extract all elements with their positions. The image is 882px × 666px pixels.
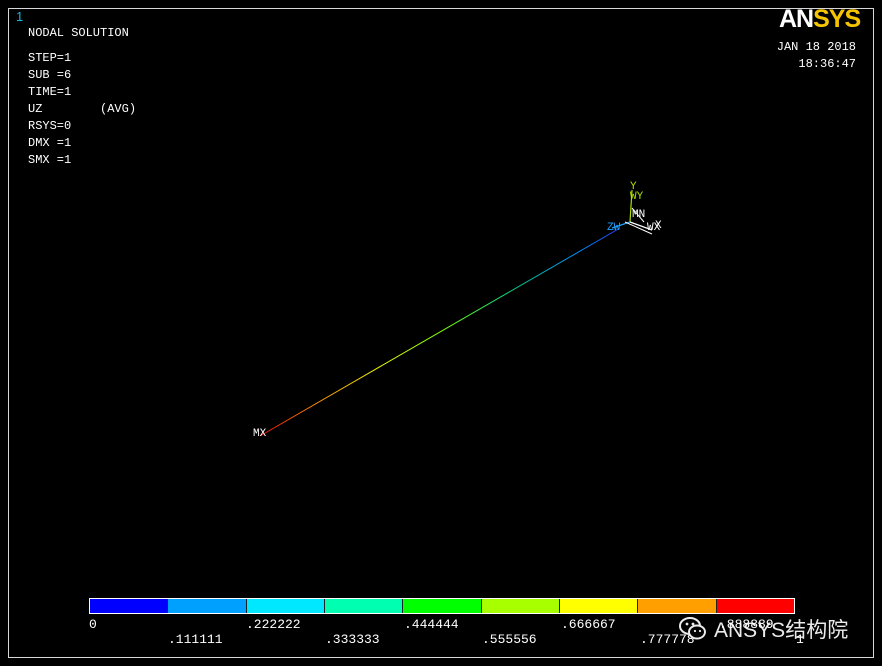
watermark-text: ANSYS结构院: [714, 619, 849, 642]
axis-wx-label: WX: [647, 222, 661, 234]
legend-label-top: .222222: [246, 617, 301, 632]
min-marker: MN: [632, 209, 645, 221]
legend-color-1: [168, 599, 247, 613]
legend-label-bottom: .333333: [325, 632, 380, 647]
legend-color-2: [246, 599, 325, 613]
axis-wy-label: WY: [630, 191, 644, 203]
legend-label-bottom: .111111: [168, 632, 223, 647]
model-viewport[interactable]: MX Y WY MN ZW X WX: [0, 0, 882, 666]
legend-color-4: [403, 599, 482, 613]
contour-legend-bar: [89, 598, 795, 614]
legend-label-top: 0: [89, 617, 97, 632]
wechat-icon: [679, 617, 706, 640]
axis-zw-label: ZW: [607, 222, 621, 234]
max-marker: MX: [253, 428, 267, 440]
legend-color-5: [481, 599, 560, 613]
legend-color-7: [638, 599, 717, 613]
watermark: ANSYS结构院: [678, 614, 848, 644]
legend-color-3: [324, 599, 404, 613]
coordinate-triad: Y WY MN ZW X WX: [607, 181, 662, 235]
legend-label-top: .444444: [404, 617, 459, 632]
legend-label-bottom: .555556: [482, 632, 537, 647]
legend-color-6: [559, 599, 639, 613]
legend-label-top: .666667: [561, 617, 616, 632]
legend-color-0: [90, 599, 169, 613]
legend-color-8: [716, 599, 794, 613]
beam-element: [259, 227, 621, 437]
